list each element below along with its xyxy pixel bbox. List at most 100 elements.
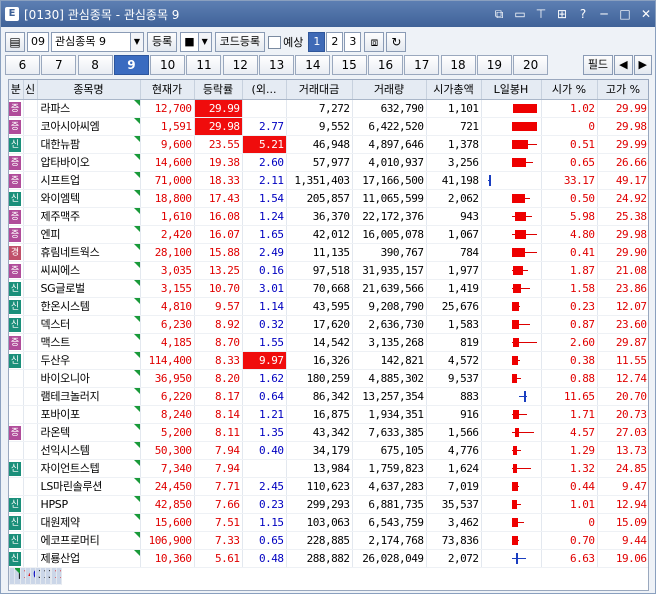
table-row[interactable]: 증 라온텍 5,200 8.11 1.35 43,342 7,633,385 1,566 4.5… <box>9 423 648 442</box>
chevron-left-icon[interactable]: ◀ <box>614 55 633 75</box>
stock-name-text: 램테크놀러지 <box>40 390 100 403</box>
marker-icon <box>133 351 139 358</box>
group-select-value[interactable]: 관심종목 9 <box>51 32 131 52</box>
table-row[interactable]: 경 휴림네트웍스 28,100 15.88 2.49 11,135 390,767 784 0.… <box>9 243 648 262</box>
trade-volume: 9,208,790 <box>352 297 427 316</box>
trade-volume: 31,935,157 <box>352 261 427 280</box>
table-row[interactable]: 신 제룡산업 10,360 5.61 0.48 288,882 26,028,049 2,07… <box>9 549 648 568</box>
group-select[interactable]: 관심종목 9 ▼ <box>51 32 147 52</box>
table-row[interactable]: 램테크놀러지 6,220 8.17 0.64 86,342 13,257,354 883 11… <box>9 387 648 406</box>
table-row[interactable]: 증 씨씨에스 3,035 13.25 0.16 97,518 31,935,157 1,977… <box>9 261 648 280</box>
trade-amount: 70,668 <box>286 279 353 298</box>
stock-name-text: 시프트업 <box>40 174 81 187</box>
tab-9[interactable]: 9 <box>113 55 149 75</box>
page-button-1[interactable]: 1 <box>308 32 326 52</box>
group-number-input[interactable]: 09 <box>27 32 49 52</box>
close-icon[interactable]: ✕ <box>637 5 655 23</box>
tab-6[interactable]: 6 <box>5 55 40 75</box>
header-col-sin[interactable]: 신 <box>23 80 38 100</box>
new-cell <box>23 441 38 460</box>
marker-icon <box>133 387 139 394</box>
tab-19[interactable]: 19 <box>476 55 512 75</box>
field-button[interactable]: 필드 <box>582 55 614 75</box>
layout-icon[interactable]: ▭ <box>511 5 529 23</box>
table-row[interactable]: 선익시스템 50,300 7.94 0.40 34,179 675,105 4,776 1.2… <box>9 441 648 460</box>
table-row[interactable]: 신 대한뉴팜 9,600 23.55 5.21 46,948 4,897,646 1,378 0… <box>9 135 648 154</box>
tab-20[interactable]: 20 <box>513 55 549 75</box>
marker-icon <box>133 405 139 412</box>
badge-cell: 증 <box>9 225 24 244</box>
page-button-2[interactable]: 2 <box>326 32 344 52</box>
table-row[interactable]: 신 SG글로벌 3,155 10.70 3.01 70,668 21,639,566 1,41… <box>9 279 648 298</box>
stock-name: 씨씨에스 <box>37 261 141 280</box>
header-col-name[interactable]: 종목명 <box>37 80 141 100</box>
chevron-down-icon[interactable]: ▼ <box>198 32 212 52</box>
table-row[interactable]: 포바이포 8,240 8.14 1.21 16,875 1,934,351 916 1.71 2… <box>9 405 648 424</box>
change-rate: 17.43 <box>194 189 243 208</box>
trade-amount: 13,984 <box>286 459 353 478</box>
table-row[interactable]: 증 시프트업 71,000 18.33 2.11 1,351,403 17,166,500 4… <box>9 171 648 190</box>
table-row[interactable]: 증 엔피 2,420 16.07 1.65 42,012 16,005,078 1,067 4.… <box>9 225 648 244</box>
header-col-price[interactable]: 현재가 <box>140 80 195 100</box>
pin-icon[interactable]: ⊤ <box>532 5 550 23</box>
tab-17[interactable]: 17 <box>404 55 440 75</box>
table-row[interactable]: 바이오니아 36,950 8.20 1.62 180,259 4,885,302 9,537… <box>9 369 648 388</box>
restore-window-icon[interactable]: ⧉ <box>490 5 508 23</box>
table-row[interactable]: 증 코아시아씨엠 1,591 29.98 2.77 9,552 6,422,520 721 0 2… <box>9 117 648 136</box>
tab-12[interactable]: 12 <box>222 55 258 75</box>
watchlist-grid[interactable]: 분 신 종목명 현재가 등락률 (외... 거래대금 거래량 시가총액 L일봉H 시가 % 고가 % … <box>8 79 649 591</box>
chevron-down-icon[interactable]: ▼ <box>131 32 144 52</box>
tab-13[interactable]: 13 <box>259 55 295 75</box>
status-badge: 신 <box>9 353 21 368</box>
color-square-icon[interactable]: ■ <box>180 32 199 52</box>
table-row[interactable]: 신 HPSP 42,850 7.66 0.23 299,293 6,881,735 35,53… <box>9 495 648 514</box>
table-row[interactable]: 증 압타바이오 14,600 19.38 2.60 57,977 4,010,937 3,25… <box>9 153 648 172</box>
refresh-icon[interactable]: ↻ <box>386 32 407 52</box>
table-row[interactable]: 신 덱스터 6,230 8.92 0.32 17,620 2,636,730 1,583 0.8… <box>9 315 648 334</box>
new-cell <box>23 153 38 172</box>
help-icon[interactable]: ? <box>574 5 592 23</box>
table-row[interactable]: 증 맥스트 4,185 8.70 1.55 14,542 3,135,268 819 2.60 2… <box>9 333 648 352</box>
header-col-high[interactable]: 고가 % <box>597 80 648 100</box>
trade-amount: 103,063 <box>286 513 353 532</box>
export-icon[interactable]: ⧈ <box>364 32 385 52</box>
tab-11[interactable]: 11 <box>186 55 222 75</box>
maximize-icon[interactable]: □ <box>616 5 634 23</box>
header-col-open[interactable]: 시가 % <box>541 80 598 100</box>
minimize-icon[interactable]: ─ <box>595 5 613 23</box>
table-row[interactable]: 신 대원제약 15,600 7.51 1.15 103,063 6,543,759 3,462… <box>9 513 648 532</box>
tab-10[interactable]: 10 <box>150 55 186 75</box>
group-list-icon[interactable]: ▤ <box>5 32 25 52</box>
chevron-right-icon[interactable]: ▶ <box>633 55 652 75</box>
header-col-marketcap[interactable]: 시가총액 <box>426 80 482 100</box>
color-select[interactable]: ■ ▼ <box>180 32 214 52</box>
tab-7[interactable]: 7 <box>41 55 77 75</box>
tab-16[interactable]: 16 <box>367 55 403 75</box>
header-col-foreign[interactable]: (외... <box>242 80 287 100</box>
reserve-checkbox[interactable] <box>268 35 282 49</box>
table-row[interactable]: 신대한전선16,1304.880.99304,70418,552,59630,0… <box>9 567 62 586</box>
table-row[interactable]: 신 자이언트스텝 7,340 7.94 13,984 1,759,823 1,624 1.32… <box>9 459 648 478</box>
tab-14[interactable]: 14 <box>295 55 331 75</box>
table-row[interactable]: 증 제주맥주 1,610 16.08 1.24 36,370 22,172,376 943 5.… <box>9 207 648 226</box>
tab-15[interactable]: 15 <box>331 55 367 75</box>
header-col-volume[interactable]: 거래량 <box>352 80 427 100</box>
table-row[interactable]: LS마린솔루션 24,450 7.71 2.45 110,623 4,637,283 7,0… <box>9 477 648 496</box>
header-col-candle[interactable]: L일봉H <box>481 80 542 100</box>
title-bar[interactable]: E [0130] 관심종목 - 관심종목 9 ⧉ ▭ ⊤ ⊞ ? ─ □ ✕ <box>1 1 655 27</box>
header-col-amount[interactable]: 거래대금 <box>286 80 353 100</box>
register-button[interactable]: 등록 <box>147 32 178 52</box>
table-row[interactable]: 신 에코프로머티 106,900 7.33 0.65 228,885 2,174,768 73… <box>9 531 648 550</box>
grid-icon[interactable]: ⊞ <box>553 5 571 23</box>
table-row[interactable]: 증 라파스 12,700 29.99 7,272 632,790 1,101 1.02 29.9… <box>9 99 648 118</box>
table-row[interactable]: 신 와이엠텍 18,800 17.43 1.54 205,857 11,065,599 2,0… <box>9 189 648 208</box>
code-register-button[interactable]: 코드등록 <box>214 32 266 52</box>
table-row[interactable]: 신 한온시스템 4,810 9.57 1.14 43,595 9,208,790 25,676… <box>9 297 648 316</box>
header-col-bun[interactable]: 분 <box>9 80 24 100</box>
table-row[interactable]: 신 두산우 114,400 8.33 9.97 16,326 142,821 4,572 0.3… <box>9 351 648 370</box>
tab-18[interactable]: 18 <box>440 55 476 75</box>
tab-8[interactable]: 8 <box>77 55 113 75</box>
page-button-3[interactable]: 3 <box>344 32 362 52</box>
trade-volume: 6,543,759 <box>352 513 427 532</box>
header-col-rate[interactable]: 등락률 <box>194 80 243 100</box>
